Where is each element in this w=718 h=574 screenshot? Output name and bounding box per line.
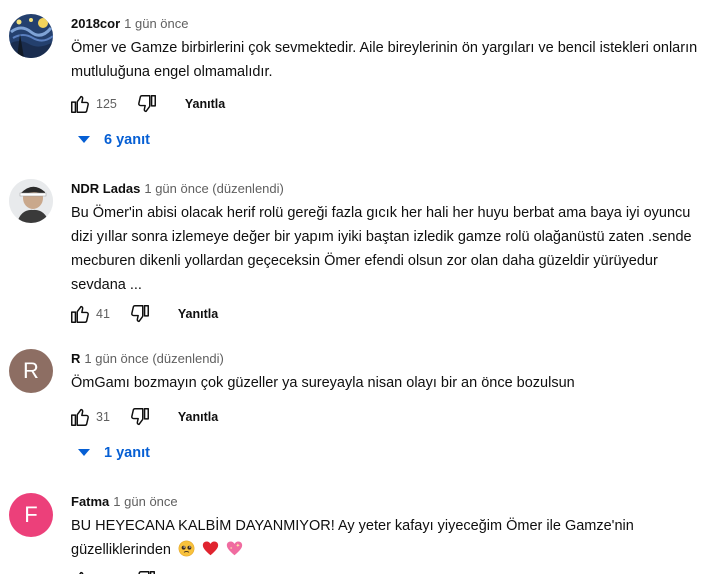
thumbs-up-icon xyxy=(71,95,89,113)
comment-text: ÖmGamı bozmayın çok güzeller ya sureyayl… xyxy=(71,375,575,391)
comment-actions: 41 Yanıtla xyxy=(68,302,218,326)
dislike-button[interactable] xyxy=(128,405,152,429)
starry-night-avatar-icon xyxy=(9,14,53,58)
chevron-down-icon xyxy=(78,136,90,144)
avatar[interactable]: F xyxy=(9,493,53,537)
red-heart-emoji-icon xyxy=(202,540,219,565)
comment-header: R 1 gün önce (düzenlendi) xyxy=(71,351,224,366)
comment-text: BU HEYECANA KALBİM DAYANMIYOR! Ay yeter … xyxy=(71,514,711,565)
avatar-letter: R xyxy=(23,358,39,383)
thumbs-down-icon xyxy=(130,305,149,323)
comment-text-body: BU HEYECANA KALBİM DAYANMIYOR! Ay yeter … xyxy=(71,518,634,558)
like-button[interactable] xyxy=(68,92,92,116)
timestamp[interactable]: 1 gün önce (düzenlendi) xyxy=(84,351,224,366)
timestamp[interactable]: 1 gün önce (düzenlendi) xyxy=(144,181,284,196)
comment-text: Ömer ve Gamze birbirlerini çok sevmekted… xyxy=(71,40,698,80)
like-button[interactable] xyxy=(68,568,92,574)
like-button[interactable] xyxy=(68,302,92,326)
person-photo-avatar-icon xyxy=(9,179,53,223)
view-replies-button[interactable]: 6 yanıt xyxy=(78,132,150,148)
thumbs-up-icon xyxy=(71,408,89,426)
reply-button[interactable]: Yanıtla xyxy=(185,97,225,111)
dislike-button[interactable] xyxy=(134,568,158,574)
like-count: 125 xyxy=(96,97,117,111)
reply-button[interactable]: Yanıtla xyxy=(178,410,218,424)
view-replies-button[interactable]: 1 yanıt xyxy=(78,445,150,461)
like-count: 31 xyxy=(96,410,110,424)
avatar[interactable] xyxy=(9,179,53,223)
thumbs-down-icon xyxy=(130,408,149,426)
thumbs-up-icon xyxy=(71,305,89,323)
comment-header: NDR Ladas 1 gün önce (düzenlendi) xyxy=(71,181,284,196)
replies-label: 1 yanıt xyxy=(104,445,150,461)
reply-button[interactable]: Yanıtla xyxy=(178,307,218,321)
comment-header: Fatma 1 gün önce xyxy=(71,494,178,509)
avatar-letter: F xyxy=(24,502,38,527)
like-count: 41 xyxy=(96,307,110,321)
comment-text: Bu Ömer'in abisi olacak herif rolü gereğ… xyxy=(71,205,692,293)
avatar[interactable] xyxy=(9,14,53,58)
author-name[interactable]: NDR Ladas xyxy=(71,181,140,196)
pleading-face-emoji-icon xyxy=(178,540,195,565)
author-name[interactable]: R xyxy=(71,351,80,366)
timestamp[interactable]: 1 gün önce xyxy=(124,16,188,31)
thumbs-down-icon xyxy=(137,95,156,113)
like-button[interactable] xyxy=(68,405,92,429)
author-name[interactable]: Fatma xyxy=(71,494,109,509)
chevron-down-icon xyxy=(78,449,90,457)
comment-header: 2018cor 1 gün önce xyxy=(71,16,189,31)
comment-actions: 31 Yanıtla xyxy=(68,405,218,429)
avatar[interactable]: R xyxy=(9,349,53,393)
sparkling-heart-emoji-icon xyxy=(226,540,243,565)
thumbs-down-icon xyxy=(138,571,155,574)
dislike-button[interactable] xyxy=(135,92,159,116)
comment-actions: 125 Yanıtla xyxy=(68,92,225,116)
dislike-button[interactable] xyxy=(128,302,152,326)
author-name[interactable]: 2018cor xyxy=(71,16,120,31)
comment-actions xyxy=(68,568,158,574)
replies-label: 6 yanıt xyxy=(104,132,150,148)
thumbs-up-icon xyxy=(79,571,84,574)
timestamp[interactable]: 1 gün önce xyxy=(113,494,177,509)
